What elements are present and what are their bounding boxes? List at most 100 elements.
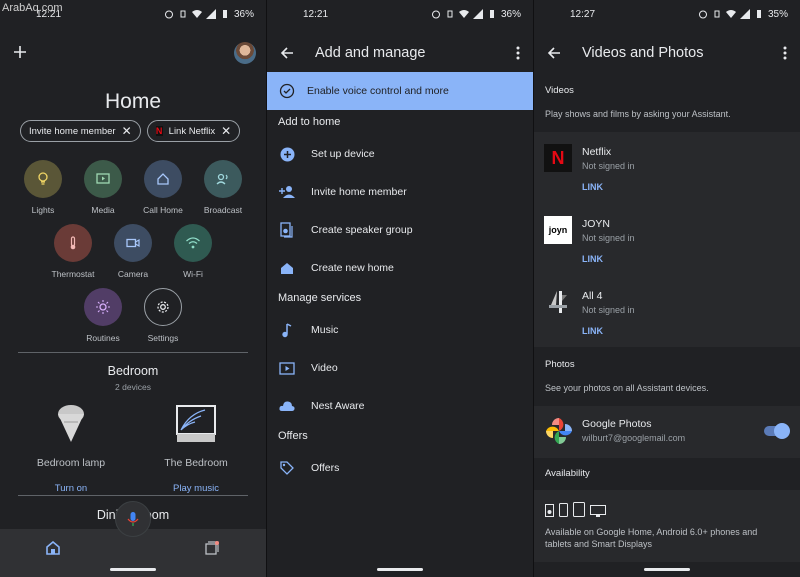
tile-camera[interactable]: Camera bbox=[103, 224, 163, 279]
menu-video[interactable]: Video bbox=[267, 353, 533, 383]
close-icon[interactable]: ✕ bbox=[221, 125, 231, 137]
menu-offers[interactable]: Offers bbox=[267, 453, 533, 483]
menu-label: Set up device bbox=[311, 148, 375, 160]
link-netflix-button[interactable]: LINK bbox=[582, 182, 603, 192]
status-time: 12:21 bbox=[303, 8, 329, 20]
tile-settings[interactable]: Settings bbox=[133, 288, 193, 343]
bulb-icon bbox=[24, 160, 62, 198]
turn-on-button[interactable]: Turn on bbox=[21, 483, 121, 494]
google-photos-row[interactable]: Google Photos wilburt7@googlemail.com bbox=[534, 406, 800, 458]
banner-text: Enable voice control and more bbox=[307, 85, 449, 97]
menu-create-new-home[interactable]: Create new home bbox=[267, 253, 533, 283]
device-the-bedroom[interactable]: The Bedroom Play music bbox=[146, 402, 246, 494]
signal-icon bbox=[205, 9, 216, 19]
menu-music[interactable]: Music bbox=[267, 315, 533, 345]
page-title: Home bbox=[104, 90, 162, 113]
wifi-status-icon bbox=[458, 10, 469, 18]
tile-label: Lights bbox=[31, 205, 55, 215]
menu-label: Music bbox=[311, 324, 339, 336]
service-status: Not signed in bbox=[582, 161, 635, 171]
service-netflix[interactable]: N Netflix Not signed in LINK bbox=[534, 140, 800, 210]
music-note-icon bbox=[267, 322, 307, 338]
call-home-icon bbox=[144, 160, 182, 198]
mic-button[interactable] bbox=[115, 501, 151, 537]
tile-lights[interactable]: Lights bbox=[13, 160, 73, 215]
link-all4-button[interactable]: LINK bbox=[582, 326, 603, 336]
room-title: Bedroom bbox=[107, 364, 159, 378]
gesture-handle[interactable] bbox=[110, 568, 156, 571]
feed-tab-icon[interactable] bbox=[204, 540, 220, 556]
videos-and-photos-screen: 12:27 35% Videos and Photos Videos Play … bbox=[533, 0, 800, 577]
device-name: The Bedroom bbox=[164, 457, 228, 469]
add-icon[interactable] bbox=[12, 44, 28, 60]
home-tab-icon[interactable] bbox=[46, 541, 60, 555]
status-bar: 12:21 36% bbox=[267, 0, 533, 28]
availability-box: Available on Google Home, Android 6.0+ p… bbox=[534, 490, 800, 562]
tag-icon bbox=[267, 461, 307, 475]
alarm-icon bbox=[698, 10, 707, 19]
menu-label: Create new home bbox=[311, 262, 394, 274]
play-music-button[interactable]: Play music bbox=[146, 483, 246, 494]
vibrate-icon bbox=[180, 10, 186, 18]
vibrate-icon bbox=[714, 10, 720, 18]
wifi-status-icon bbox=[191, 10, 202, 18]
chip-link-netflix[interactable]: N Link Netflix ✕ bbox=[146, 120, 241, 142]
mic-icon bbox=[127, 512, 139, 526]
google-photos-toggle[interactable] bbox=[764, 423, 790, 439]
tile-label: Camera bbox=[117, 269, 149, 279]
alarm-icon bbox=[164, 10, 173, 19]
media-icon bbox=[84, 160, 122, 198]
back-arrow-icon[interactable] bbox=[534, 46, 574, 60]
tile-thermostat[interactable]: Thermostat bbox=[43, 224, 103, 279]
menu-label: Video bbox=[311, 362, 338, 374]
more-vert-icon[interactable] bbox=[770, 46, 800, 60]
section-photos: Photos bbox=[545, 359, 575, 370]
tile-routines[interactable]: Routines bbox=[73, 288, 133, 343]
menu-label: Nest Aware bbox=[311, 400, 365, 412]
smart-display-icon bbox=[176, 405, 216, 442]
menu-set-up-device[interactable]: Set up device bbox=[267, 139, 533, 169]
gesture-handle[interactable] bbox=[644, 568, 690, 571]
menu-invite-home-member[interactable]: Invite home member bbox=[267, 177, 533, 207]
camera-icon bbox=[114, 224, 152, 262]
broadcast-icon bbox=[204, 160, 242, 198]
section-availability: Availability bbox=[545, 468, 590, 479]
availability-line-1: Available on Google Home, Android 6.0+ p… bbox=[545, 527, 758, 537]
more-vert-icon[interactable] bbox=[503, 46, 533, 60]
menu-create-speaker-group[interactable]: Create speaker group bbox=[267, 215, 533, 245]
battery-icon bbox=[222, 10, 227, 18]
chip-invite-home-member[interactable]: Invite home member ✕ bbox=[20, 120, 141, 142]
tile-call-home[interactable]: Call Home bbox=[133, 160, 193, 215]
enable-voice-control-banner[interactable]: Enable voice control and more bbox=[267, 72, 533, 110]
smart-display-icon bbox=[590, 505, 606, 517]
app-bar: Videos and Photos bbox=[534, 36, 800, 70]
menu-nest-aware[interactable]: Nest Aware bbox=[267, 391, 533, 421]
service-joyn[interactable]: joyn JOYN Not signed in LINK bbox=[534, 212, 800, 282]
netflix-logo-icon: N bbox=[544, 144, 572, 172]
google-photos-icon bbox=[546, 418, 572, 444]
service-name: JOYN bbox=[582, 218, 611, 230]
gesture-handle[interactable] bbox=[377, 568, 423, 571]
back-arrow-icon[interactable] bbox=[267, 46, 307, 60]
cloud-icon bbox=[267, 400, 307, 412]
signal-icon bbox=[472, 9, 483, 19]
device-bedroom-lamp[interactable]: Bedroom lamp Turn on bbox=[21, 402, 121, 494]
battery-level: 36% bbox=[233, 8, 254, 20]
avatar[interactable] bbox=[234, 42, 256, 64]
app-name: Google Photos bbox=[582, 418, 652, 430]
tile-media[interactable]: Media bbox=[73, 160, 133, 215]
service-status: Not signed in bbox=[582, 305, 635, 315]
tile-broadcast[interactable]: Broadcast bbox=[193, 160, 253, 215]
person-add-icon bbox=[267, 185, 307, 199]
section-manage-services: Manage services bbox=[278, 292, 362, 304]
speaker-icon bbox=[545, 504, 554, 517]
photos-description: See your photos on all Assistant devices… bbox=[545, 383, 709, 393]
tile-label: Wi-Fi bbox=[183, 269, 203, 279]
page-title: Videos and Photos bbox=[582, 45, 704, 61]
link-joyn-button[interactable]: LINK bbox=[582, 254, 603, 264]
tile-wifi[interactable]: Wi-Fi bbox=[163, 224, 223, 279]
menu-label: Offers bbox=[311, 462, 340, 474]
close-icon[interactable]: ✕ bbox=[122, 125, 132, 137]
service-status: Not signed in bbox=[582, 233, 635, 243]
service-all-4[interactable]: All 4 Not signed in LINK bbox=[534, 284, 800, 354]
